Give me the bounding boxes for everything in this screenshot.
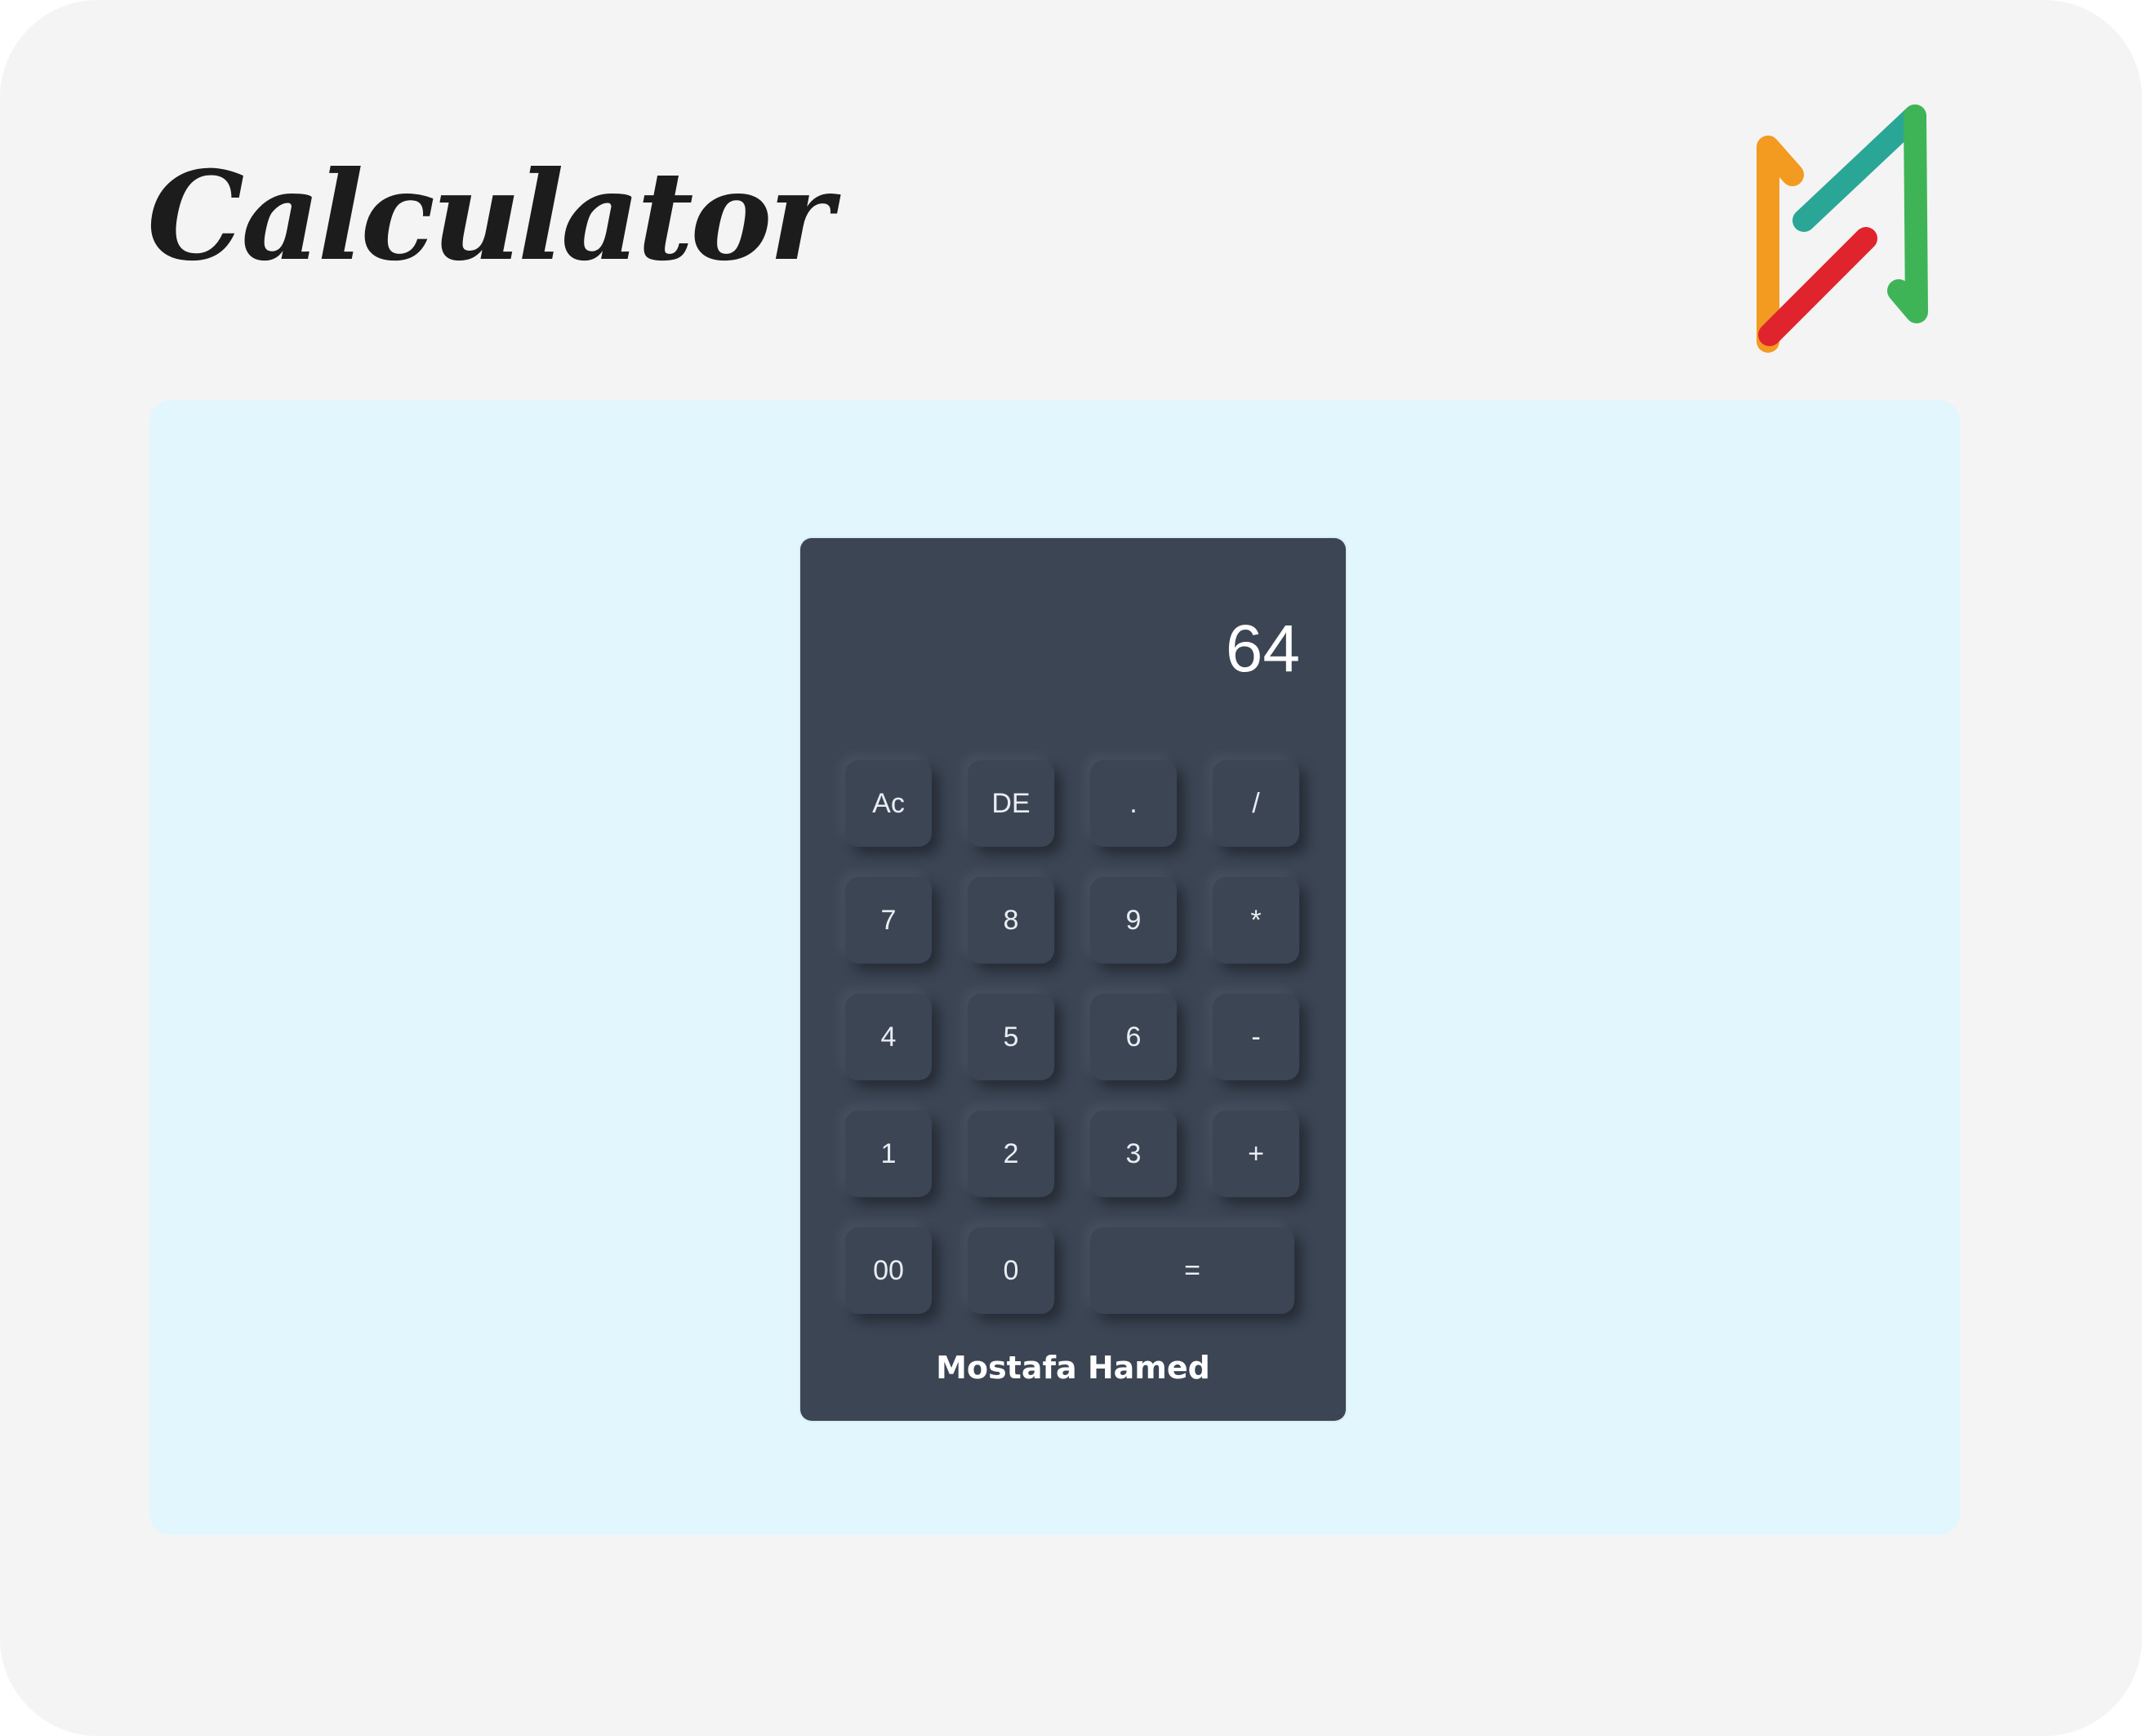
key-subtract[interactable]: - bbox=[1213, 994, 1299, 1080]
key-3[interactable]: 3 bbox=[1090, 1111, 1177, 1197]
key-delete[interactable]: DE bbox=[968, 760, 1054, 847]
key-all-clear[interactable]: Ac bbox=[845, 760, 932, 847]
author-credit: Mostafa Hamed bbox=[936, 1350, 1210, 1386]
key-double-zero[interactable]: 00 bbox=[845, 1227, 932, 1314]
page-title: Calculator bbox=[147, 145, 833, 288]
key-7[interactable]: 7 bbox=[845, 877, 932, 964]
key-0[interactable]: 0 bbox=[968, 1227, 1054, 1314]
key-8[interactable]: 8 bbox=[968, 877, 1054, 964]
key-equals[interactable]: = bbox=[1090, 1227, 1294, 1314]
key-decimal[interactable]: . bbox=[1090, 760, 1177, 847]
key-multiply[interactable]: * bbox=[1213, 877, 1299, 964]
calculator: 64 Ac DE . / 7 8 9 * 4 5 6 - 1 2 3 + 00 … bbox=[800, 538, 1346, 1421]
key-5[interactable]: 5 bbox=[968, 994, 1054, 1080]
key-2[interactable]: 2 bbox=[968, 1111, 1054, 1197]
key-1[interactable]: 1 bbox=[845, 1111, 932, 1197]
key-9[interactable]: 9 bbox=[1090, 877, 1177, 964]
page-background: Calculator 64 Ac DE . / 7 8 9 * 4 5 6 - bbox=[0, 0, 2142, 1736]
key-6[interactable]: 6 bbox=[1090, 994, 1177, 1080]
key-add[interactable]: + bbox=[1213, 1111, 1299, 1197]
key-divide[interactable]: / bbox=[1213, 760, 1299, 847]
mh-logo-icon bbox=[1735, 98, 1939, 359]
key-4[interactable]: 4 bbox=[845, 994, 932, 1080]
calculator-display: 64 bbox=[1225, 612, 1300, 686]
